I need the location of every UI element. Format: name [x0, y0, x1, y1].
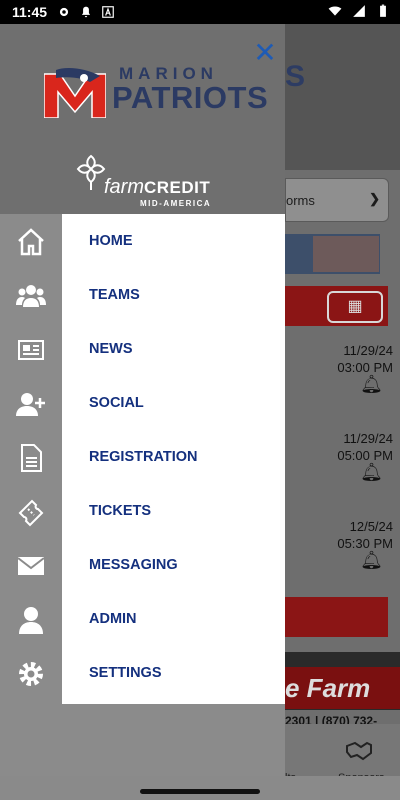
bell-icon[interactable]: 🔔︎ — [313, 551, 383, 569]
menu-item-label: SETTINGS — [89, 665, 162, 681]
envelope-icon[interactable] — [16, 551, 46, 581]
home-gesture-pill[interactable] — [140, 789, 260, 794]
menu-item-home[interactable]: HOME — [62, 214, 285, 268]
menu-item-label: SOCIAL — [89, 395, 144, 411]
event-date: 11/29/24 — [343, 343, 393, 358]
menu-item-label: HOME — [89, 233, 133, 249]
chevron-right-icon: ❯ — [369, 191, 380, 206]
menu-item-registration[interactable]: REGISTRATION — [62, 430, 285, 484]
signal-icon — [353, 5, 365, 17]
gear-status-icon — [59, 7, 69, 17]
ticket-icon[interactable] — [16, 497, 46, 527]
font-status-icon — [102, 6, 114, 18]
flower-logo-icon — [76, 154, 106, 190]
user-icon[interactable] — [16, 605, 46, 635]
menu-item-news[interactable]: NEWS — [62, 322, 285, 376]
battery-icon — [380, 4, 386, 17]
status-time: 11:45 — [12, 4, 48, 20]
handshake-icon[interactable] — [345, 740, 373, 762]
status-bar: 11:45 — [0, 0, 400, 24]
red-banner — [285, 597, 388, 637]
newspaper-icon[interactable] — [16, 335, 46, 365]
calendar-icon[interactable]: ▦ — [327, 291, 383, 323]
menu-item-tickets[interactable]: TICKETS — [62, 484, 285, 538]
event-item[interactable]: 12/5/24 05:30 PM 🔔︎ — [313, 518, 393, 569]
event-date: 12/5/24 — [349, 519, 393, 534]
group-icon[interactable] — [16, 281, 46, 311]
forms-button[interactable]: orms ❯ — [285, 178, 389, 222]
menu-item-settings[interactable]: SETTINGS — [62, 646, 285, 700]
event-item[interactable]: 11/29/24 03:00 PM 🔔︎ — [313, 342, 393, 393]
background-header-text: S — [285, 60, 306, 93]
photo-strip — [285, 234, 380, 274]
menu-item-social[interactable]: SOCIAL — [62, 376, 285, 430]
system-navigation-bar — [0, 776, 400, 800]
menu-item-label: ADMIN — [89, 611, 137, 627]
navigation-drawer: ✕ MARION PATRIOTS farmCREDIT MID-AMERICA — [0, 24, 285, 800]
bell-icon[interactable]: 🔔︎ — [313, 463, 383, 481]
patriots-m-logo-icon — [44, 68, 106, 118]
bell-icon[interactable]: 🔔︎ — [313, 375, 383, 393]
sponsor-logo: farmCREDIT MID-AMERICA — [76, 154, 216, 210]
logo-line2: PATRIOTS — [112, 80, 269, 115]
schedule-bar: ▦ — [285, 286, 388, 326]
school-logo: MARION PATRIOTS — [44, 62, 268, 122]
background-header: S — [285, 24, 400, 170]
document-icon[interactable] — [16, 443, 46, 473]
menu-item-admin[interactable]: ADMIN — [62, 592, 285, 646]
event-time: 03:00 PM — [337, 360, 393, 375]
menu-item-label: TICKETS — [89, 503, 152, 519]
sponsor-subtitle: MID-AMERICA — [140, 199, 212, 208]
wifi-icon — [328, 6, 342, 16]
home-icon[interactable] — [16, 227, 46, 257]
sponsor-name: farmCREDIT — [104, 176, 211, 198]
event-time: 05:00 PM — [337, 448, 393, 463]
gear-icon[interactable] — [16, 659, 46, 689]
drawer-header: ✕ MARION PATRIOTS farmCREDIT MID-AMERICA — [0, 24, 285, 214]
notification-bell-icon — [81, 6, 91, 18]
event-item[interactable]: 11/29/24 05:00 PM 🔔︎ — [313, 430, 393, 481]
menu-item-label: REGISTRATION — [89, 449, 198, 465]
sponsor-banner[interactable]: e Farm — [285, 667, 400, 709]
menu-item-messaging[interactable]: MESSAGING — [62, 538, 285, 592]
drawer-menu: HOME TEAMS NEWS SOCIAL REGISTRATION TICK… — [62, 214, 285, 704]
add-user-icon[interactable] — [16, 389, 46, 419]
close-button[interactable]: ✕ — [250, 38, 280, 68]
menu-item-label: MESSAGING — [89, 557, 178, 573]
forms-label: orms — [286, 192, 315, 208]
icon-rail — [0, 214, 62, 704]
menu-item-label: NEWS — [89, 341, 133, 357]
menu-item-teams[interactable]: TEAMS — [62, 268, 285, 322]
menu-item-label: TEAMS — [89, 287, 140, 303]
event-time: 05:30 PM — [337, 536, 393, 551]
background-app: S orms ❯ ▦ 11/29/24 03:00 PM 🔔︎ 11/29/24… — [285, 24, 400, 800]
event-date: 11/29/24 — [343, 431, 393, 446]
